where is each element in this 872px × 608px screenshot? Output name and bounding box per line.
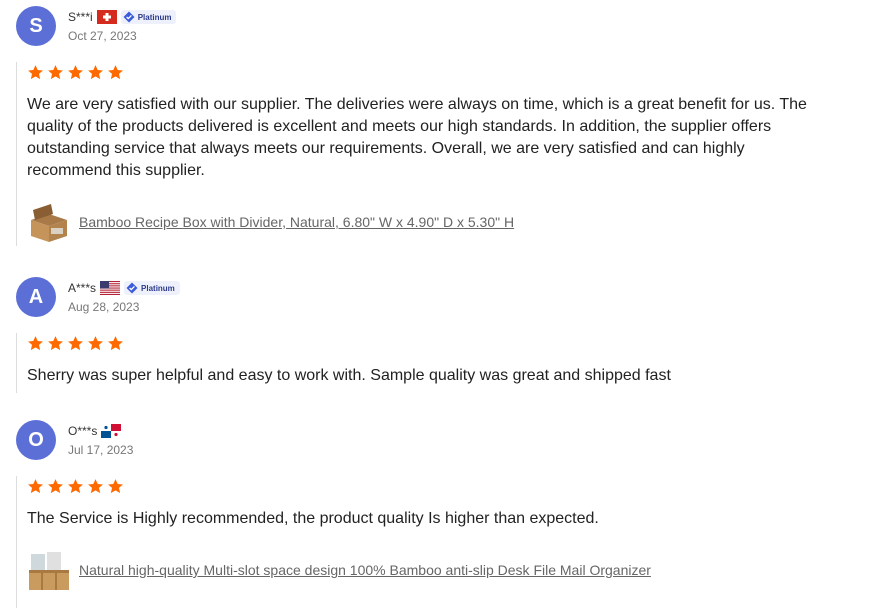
usa-flag-icon — [100, 281, 121, 295]
avatar: A — [16, 277, 56, 317]
desk-organizer-thumbnail[interactable] — [27, 548, 71, 592]
product-link[interactable]: Bamboo Recipe Box with Divider, Natural,… — [79, 214, 514, 230]
star-icon — [108, 335, 123, 350]
product-link-row[interactable]: Natural high-quality Multi-slot space de… — [27, 548, 817, 592]
review-text: Sherry was super helpful and easy to wor… — [27, 367, 671, 384]
star-icon — [28, 335, 43, 350]
reviewer-name: O***s — [68, 424, 98, 438]
star-icon — [88, 478, 103, 493]
review-date: Jul 17, 2023 — [68, 443, 134, 457]
star-icon — [68, 64, 83, 79]
star-rating — [27, 476, 817, 496]
star-icon — [68, 478, 83, 493]
star-icon — [48, 478, 63, 493]
star-icon — [28, 478, 43, 493]
star-icon — [68, 335, 83, 350]
review-date: Aug 28, 2023 — [68, 300, 140, 314]
badge-label: Platinum — [137, 12, 172, 22]
avatar: S — [16, 6, 56, 46]
panama-flag-icon — [101, 424, 122, 438]
review-text: The Service is Highly recommended, the p… — [27, 510, 599, 527]
verified-shield-icon — [126, 282, 138, 294]
star-icon — [48, 64, 63, 79]
review-text: We are very satisfied with our supplier.… — [27, 96, 807, 179]
star-icon — [108, 64, 123, 79]
star-icon — [28, 64, 43, 79]
platinum-badge: Platinum — [120, 10, 177, 24]
recipe-box-thumbnail[interactable] — [27, 200, 71, 244]
review-date: Oct 27, 2023 — [68, 29, 137, 43]
product-link-row[interactable]: Bamboo Recipe Box with Divider, Natural,… — [27, 200, 817, 244]
platinum-badge: Platinum — [124, 281, 180, 295]
reviewer-name: S***i — [68, 10, 93, 24]
badge-label: Platinum — [141, 283, 175, 293]
star-rating — [27, 62, 817, 82]
verified-shield-icon — [123, 11, 135, 23]
star-icon — [88, 335, 103, 350]
star-icon — [88, 64, 103, 79]
star-icon — [108, 478, 123, 493]
switzerland-flag-icon — [96, 10, 117, 24]
star-rating — [27, 333, 817, 353]
product-link[interactable]: Natural high-quality Multi-slot space de… — [79, 562, 651, 578]
star-icon — [48, 335, 63, 350]
avatar: O — [16, 420, 56, 460]
reviewer-name: A***s — [68, 281, 97, 295]
